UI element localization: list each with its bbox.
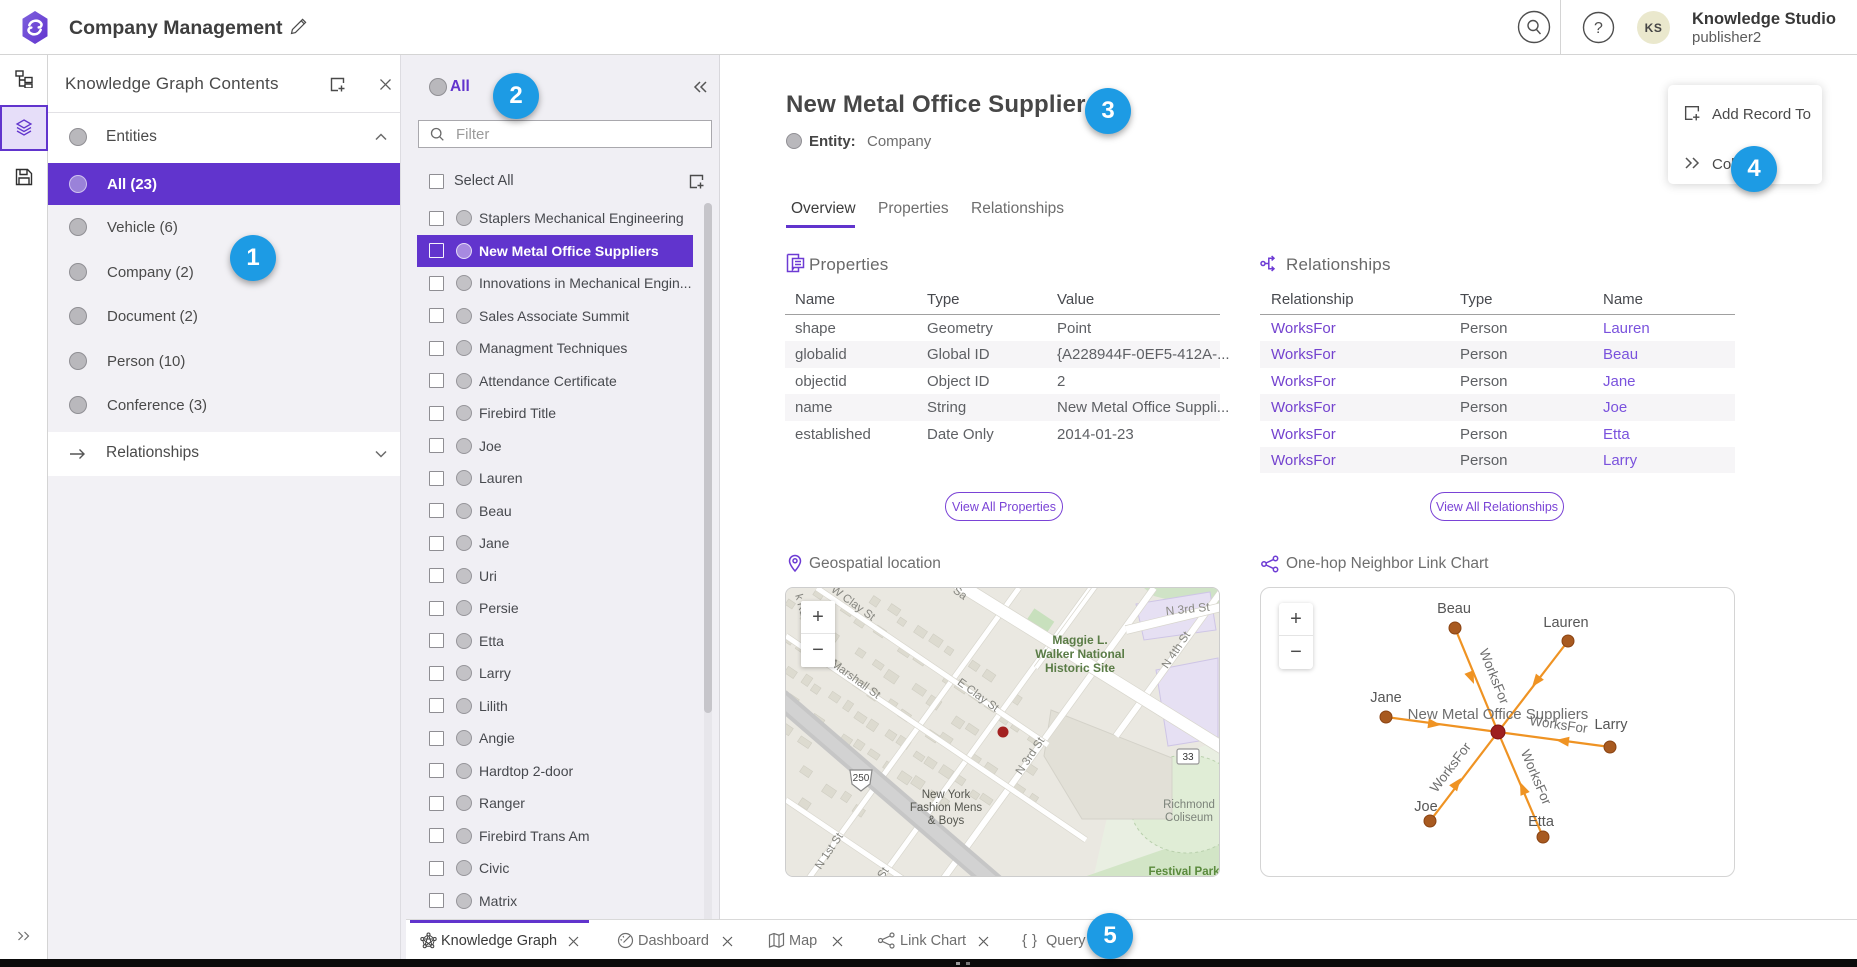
svg-text:33: 33	[1182, 752, 1194, 763]
svg-text:250: 250	[853, 773, 870, 784]
svg-text:?: ?	[1594, 20, 1603, 37]
svg-text:WorksFor: WorksFor	[1476, 646, 1512, 706]
svg-text:Lauren: Lauren	[1543, 615, 1588, 631]
svg-text:Beau: Beau	[1437, 601, 1471, 617]
svg-text:Festival Park: Festival Park	[1149, 866, 1220, 877]
svg-text:Larry: Larry	[1594, 717, 1628, 733]
svg-text:Joe: Joe	[1414, 799, 1437, 815]
svg-text:Coliseum: Coliseum	[1165, 812, 1213, 824]
svg-text:Maggie L.: Maggie L.	[1052, 633, 1107, 647]
svg-text:Fashion Mens: Fashion Mens	[910, 802, 982, 814]
svg-text:Etta: Etta	[1528, 814, 1555, 830]
svg-text:& Boys: & Boys	[928, 815, 965, 827]
svg-text:New Metal Office Suppliers: New Metal Office Suppliers	[1408, 706, 1589, 723]
svg-text:Richmond: Richmond	[1163, 799, 1215, 811]
svg-text:New York: New York	[922, 789, 971, 801]
svg-text:Walker National: Walker National	[1035, 647, 1125, 661]
svg-text:Jane: Jane	[1370, 690, 1401, 706]
svg-text:WorksFor: WorksFor	[1427, 739, 1474, 795]
svg-text:Historic Site: Historic Site	[1045, 661, 1115, 675]
svg-text:WorksFor: WorksFor	[1518, 747, 1555, 807]
